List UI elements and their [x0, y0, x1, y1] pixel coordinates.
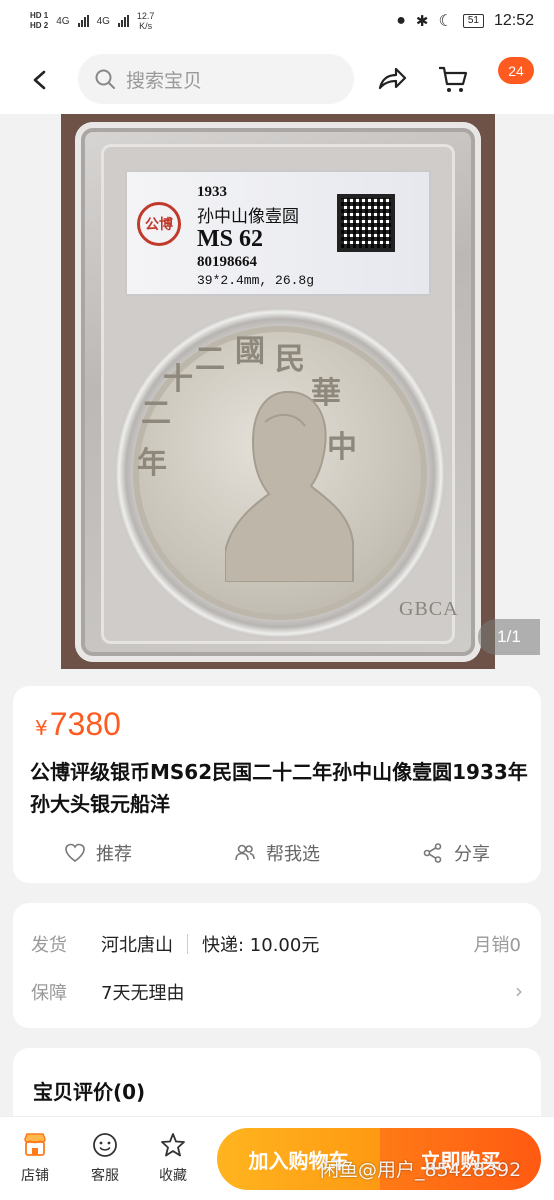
customer-service-button[interactable]: 客服 — [80, 1131, 130, 1185]
guarantee-row[interactable]: 保障 7天无理由 — [31, 979, 531, 1005]
watermark: 闲鱼@用户_85428392 — [320, 1159, 522, 1181]
sim-indicator: HD 1 HD 2 — [30, 11, 48, 31]
slab-holder: 公博 1933 孙中山像壹圆 MS 62 80198664 39*2.4mm, … — [75, 122, 481, 662]
label-year: 1933 — [197, 184, 227, 200]
price-value: 7380 — [49, 706, 121, 742]
portrait-bust — [225, 390, 354, 582]
recommend-button[interactable]: 推荐 — [64, 840, 132, 866]
coin-char: 民 — [275, 342, 305, 377]
do-not-disturb-icon: ☾ — [438, 13, 453, 30]
cart-button[interactable] — [436, 62, 470, 96]
service-label: 客服 — [91, 1168, 119, 1184]
speed-value: 12.7 — [136, 11, 155, 21]
chat-face-icon — [93, 1133, 117, 1157]
cart-count-badge: 24 — [498, 57, 534, 84]
grading-label: 公博 1933 孙中山像壹圆 MS 62 80198664 39*2.4mm, … — [125, 170, 431, 296]
monthly-sales: 月销0 — [473, 935, 521, 956]
favorite-button[interactable]: 收藏 — [148, 1131, 198, 1185]
search-input[interactable]: 搜索宝贝 — [78, 54, 354, 104]
store-icon — [24, 1133, 46, 1156]
clock: 12:52 — [493, 12, 534, 29]
label-grade: MS 62 — [197, 226, 263, 252]
bluetooth-icon: ✱ — [415, 13, 429, 30]
price: ¥ 7380 — [35, 706, 121, 743]
network-speed: 12.7 K/s — [137, 11, 155, 31]
share-arrow-icon — [378, 67, 407, 90]
share-button[interactable] — [375, 62, 409, 96]
network-type-2: 4G — [96, 15, 110, 27]
qr-code — [337, 194, 395, 252]
heart-icon — [65, 843, 85, 862]
currency-symbol: ¥ — [35, 716, 48, 740]
help-choose-button[interactable]: 帮我选 — [234, 840, 320, 866]
signal-icon — [77, 15, 89, 27]
express-fee: 快递: 10.00元 — [202, 935, 320, 956]
signal-icon-2 — [117, 15, 129, 27]
reviews-title: 宝贝评价(0) — [33, 1080, 146, 1104]
grader-mark: GBCA — [399, 598, 459, 620]
favorite-label: 收藏 — [159, 1168, 187, 1184]
sim1-label: HD 1 — [30, 11, 49, 20]
shipping-key: 发货 — [31, 935, 67, 956]
top-nav: 搜索宝贝 24 — [0, 42, 554, 114]
search-icon — [95, 69, 115, 89]
product-info-card: ¥ 7380 公博评级银币MS62民国二十二年孙中山像壹圆1933年孙大头银元船… — [13, 686, 541, 883]
label-coin-name: 孙中山像壹圆 — [197, 207, 299, 227]
help-choose-label: 帮我选 — [266, 844, 320, 865]
share-icon — [423, 843, 442, 863]
guarantee-value: 7天无理由 — [101, 983, 185, 1004]
share-label: 分享 — [454, 844, 490, 865]
image-counter: 1/1 — [478, 619, 540, 655]
product-image[interactable]: 公博 1933 孙中山像壹圆 MS 62 80198664 39*2.4mm, … — [61, 114, 495, 669]
star-icon — [161, 1133, 185, 1157]
coin-char: 國 — [235, 334, 265, 369]
product-title: 公博评级银币MS62民国二十二年孙中山像壹圆1933年孙大头银元船洋 — [30, 760, 528, 816]
battery-icon: 51 — [462, 14, 484, 28]
label-size: 39*2.4mm, 26.8g — [197, 273, 315, 288]
shipping-row: 发货 河北唐山 快递: 10.00元 — [31, 931, 531, 957]
ship-from: 河北唐山 — [101, 935, 173, 956]
cart-icon — [439, 66, 468, 92]
chevron-left-icon — [33, 70, 46, 90]
sim2-label: HD 2 — [30, 21, 49, 30]
status-bar: HD 1 HD 2 4G 4G 12.7 K/s ● ✱ ☾ 51 12:52 — [0, 0, 554, 42]
chevron-right-icon[interactable]: › — [515, 979, 523, 1003]
store-button[interactable]: 店铺 — [10, 1131, 60, 1185]
shipping-card: 发货 河北唐山 快递: 10.00元 月销0 保障 7天无理由 › — [13, 903, 541, 1028]
guarantee-key: 保障 — [31, 983, 67, 1004]
coin-char: 二 — [141, 396, 171, 431]
coin-char: 二 — [195, 342, 225, 377]
network-type-1: 4G — [56, 15, 70, 27]
product-actions: 推荐 帮我选 分享 — [13, 836, 541, 870]
divider — [187, 934, 188, 954]
search-placeholder: 搜索宝贝 — [126, 69, 203, 92]
share-action-button[interactable]: 分享 — [422, 840, 490, 866]
grader-seal: 公博 — [137, 202, 181, 246]
recommend-label: 推荐 — [96, 844, 132, 865]
store-label: 店铺 — [21, 1168, 49, 1184]
speed-unit: K/s — [139, 21, 153, 31]
notification-icon: ● — [396, 12, 406, 29]
coin-char: 年 — [137, 446, 167, 481]
label-serial: 80198664 — [197, 254, 257, 270]
people-icon — [235, 844, 255, 861]
back-button[interactable] — [22, 62, 58, 98]
